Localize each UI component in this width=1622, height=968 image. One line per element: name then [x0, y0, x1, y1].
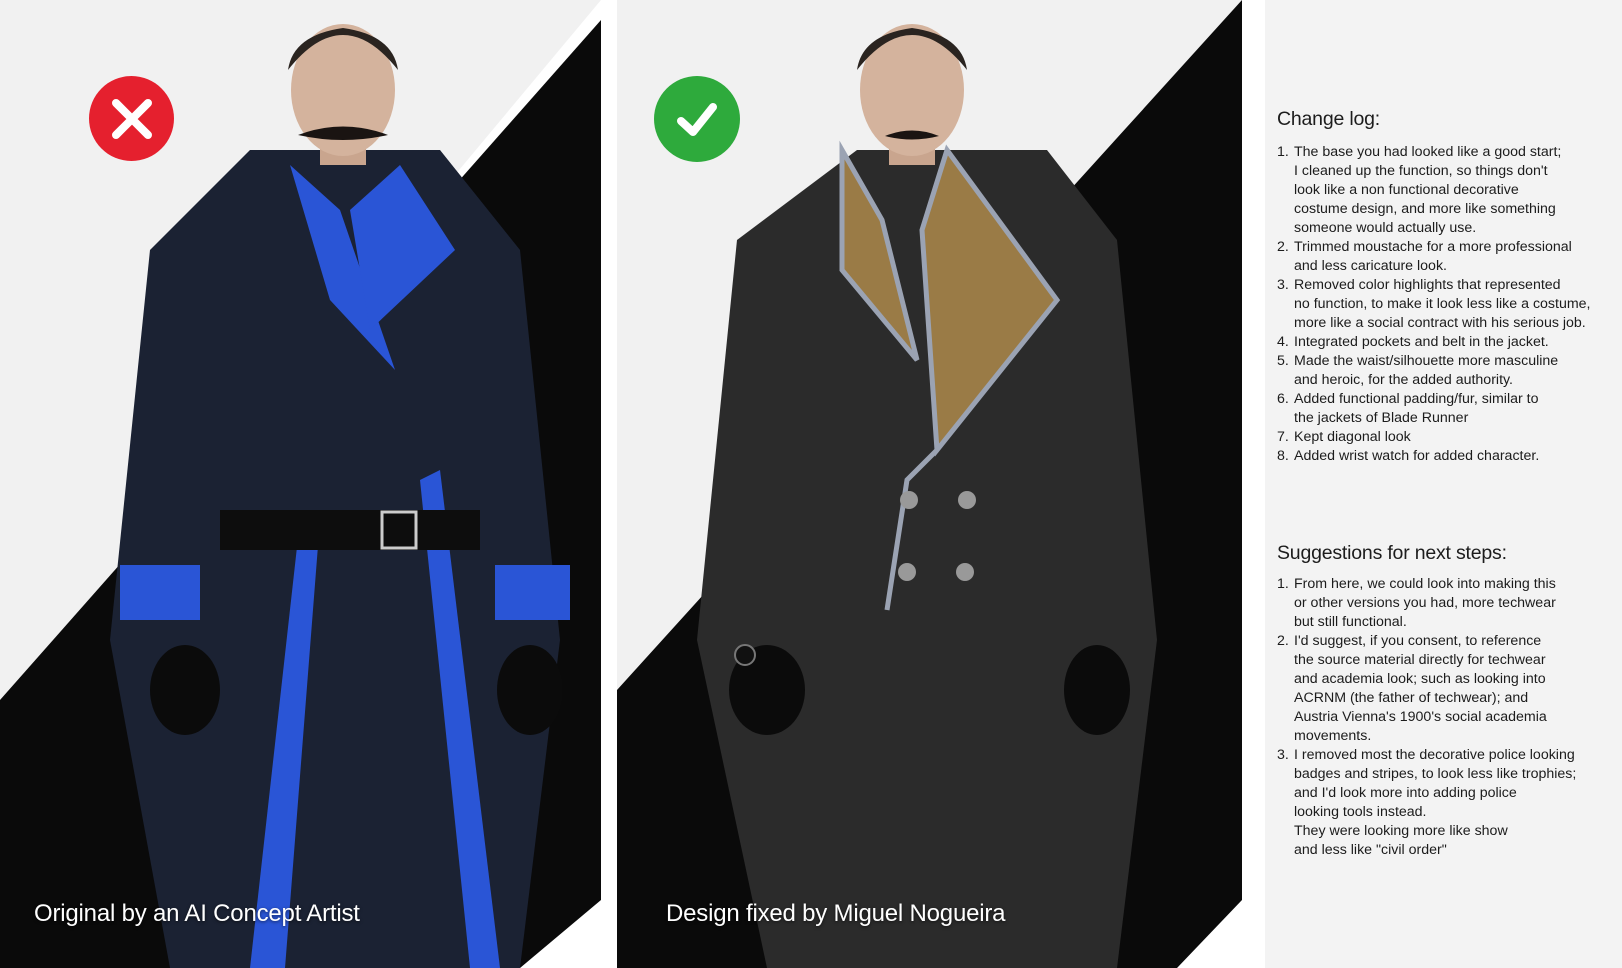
approved-badge — [654, 76, 740, 162]
suggestion-item: I'd suggest, if you consent, to referenc… — [1277, 632, 1547, 744]
check-mark-icon — [677, 103, 717, 136]
changelog-item: Integrated pockets and belt in the jacke… — [1277, 333, 1549, 352]
notes-panel: Change log: The base you had looked like… — [1265, 0, 1622, 968]
suggestions-title: Suggestions for next steps: — [1277, 542, 1507, 564]
changelog-item: Removed color highlights that represente… — [1277, 276, 1591, 331]
changelog-list: The base you had looked like a good star… — [1277, 143, 1622, 466]
rejected-badge — [89, 76, 174, 161]
changelog-item: Added functional padding/fur, similar to… — [1277, 390, 1539, 426]
changelog-item: Made the waist/silhouette more masculine… — [1277, 352, 1559, 388]
suggestion-item: I removed most the decorative police loo… — [1277, 746, 1577, 858]
changelog-item: Trimmed moustache for a more professiona… — [1277, 238, 1572, 274]
changelog-item: The base you had looked like a good star… — [1277, 143, 1562, 236]
fixed-design-panel: Design fixed by Miguel Nogueira — [617, 0, 1242, 968]
original-design-panel: Original by an AI Concept Artist — [0, 0, 601, 968]
original-caption: Original by an AI Concept Artist — [34, 900, 360, 927]
suggestion-item: From here, we could look into making thi… — [1277, 575, 1556, 630]
changelog-title: Change log: — [1277, 108, 1380, 130]
fixed-caption: Design fixed by Miguel Nogueira — [666, 900, 1006, 927]
original-design-illustration — [0, 0, 601, 968]
changelog-item: Added wrist watch for added character. — [1277, 447, 1540, 466]
suggestions-list: From here, we could look into making thi… — [1277, 575, 1622, 860]
changelog-item: Kept diagonal look — [1277, 428, 1411, 447]
x-mark-icon — [111, 98, 152, 139]
